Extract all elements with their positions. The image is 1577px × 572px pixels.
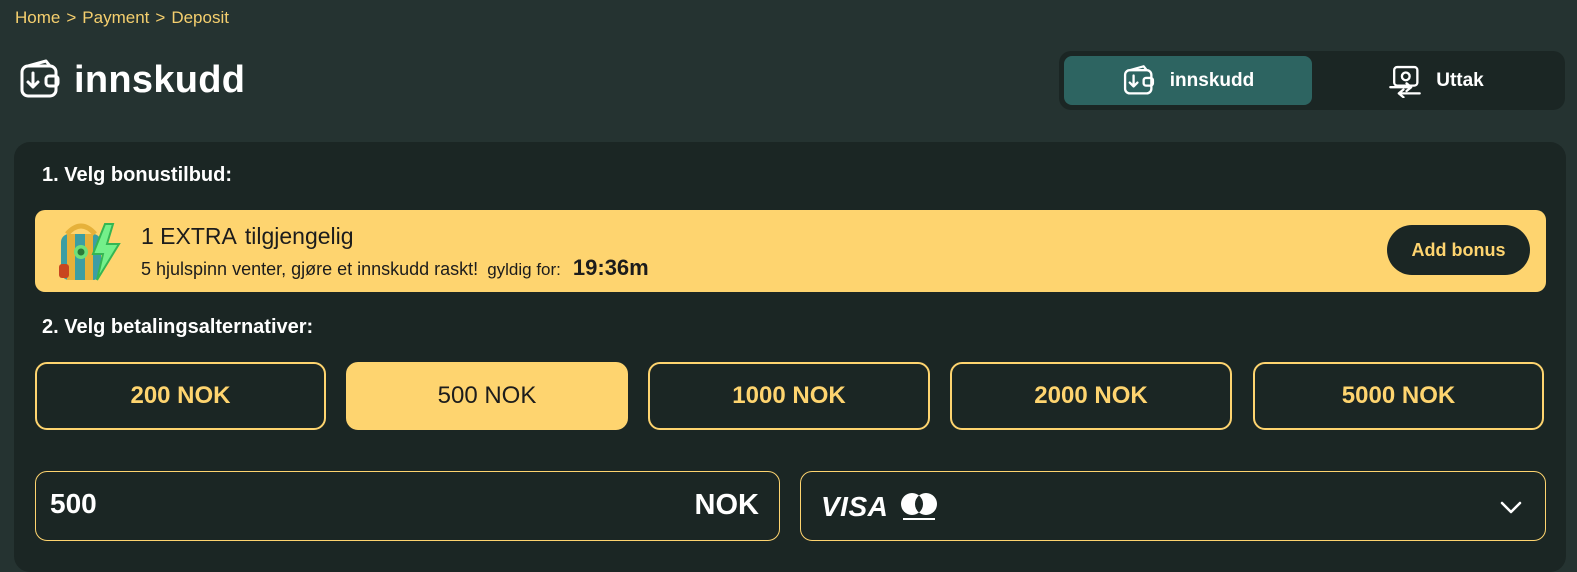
breadcrumb-home[interactable]: Home <box>15 8 60 28</box>
breadcrumb-separator: > <box>66 8 77 27</box>
amount-option-200[interactable]: 200 NOK <box>35 362 326 430</box>
tab-withdraw[interactable]: Uttak <box>1312 56 1560 105</box>
payment-section-label: 2. Velg betalingsalternativer: <box>42 316 314 338</box>
breadcrumb-separator: > <box>155 8 166 27</box>
tab-withdraw-label: Uttak <box>1436 69 1484 91</box>
wallet-deposit-icon <box>1123 64 1154 95</box>
amount-option-1000[interactable]: 1000 NOK <box>648 362 930 430</box>
bonus-offer-banner: 1 EXTRA tilgjengelig 5 hjulspinn venter, … <box>35 210 1546 292</box>
tab-deposit-label: innskudd <box>1169 69 1255 91</box>
chevron-down-icon <box>1500 501 1522 514</box>
payment-method-select[interactable]: VISA <box>800 471 1546 541</box>
amount-option-5000[interactable]: 5000 NOK <box>1253 362 1544 430</box>
cash-withdraw-icon <box>1389 65 1422 98</box>
bonus-available: tilgjengelig <box>244 223 354 249</box>
breadcrumb-payment[interactable]: Payment <box>82 8 149 28</box>
gift-bag-bolt-icon <box>59 223 121 281</box>
page-title: innskudd <box>74 58 246 101</box>
amount-input-value[interactable]: 500 <box>50 488 97 520</box>
page-header: innskudd <box>18 58 245 102</box>
amount-option-500[interactable]: 500 NOK <box>346 362 628 430</box>
amount-currency: NOK <box>694 489 759 521</box>
bonus-timer: 19:36m <box>572 255 649 280</box>
amount-input[interactable]: 500 NOK <box>35 471 780 541</box>
breadcrumb-deposit[interactable]: Deposit <box>171 8 229 28</box>
deposit-card: 1. Velg bonustilbud: 1 EXTRA tilgjengelig… <box>14 142 1566 572</box>
amount-option-2000[interactable]: 2000 NOK <box>950 362 1232 430</box>
tab-deposit[interactable]: innskudd <box>1064 56 1312 105</box>
bonus-section-label: 1. Velg bonustilbud: <box>42 164 232 186</box>
bonus-description: 5 hjulspinn venter, gjøre et innskudd ra… <box>141 259 479 279</box>
breadcrumb: Home > Payment > Deposit <box>15 8 229 28</box>
bonus-valid-label: gyldig for: <box>487 260 561 279</box>
mastercard-logo <box>901 493 937 520</box>
bonus-description-row: 5 hjulspinn venter, gjøre et innskudd ra… <box>141 255 649 281</box>
wallet-deposit-icon <box>20 59 60 98</box>
deposit-withdraw-switch: innskudd Uttak <box>1059 51 1565 110</box>
add-bonus-button[interactable]: Add bonus <box>1387 225 1530 275</box>
bonus-count: 1 EXTRA <box>141 223 237 249</box>
visa-logo: VISA <box>821 491 889 522</box>
bonus-title: 1 EXTRA tilgjengelig <box>141 223 354 250</box>
